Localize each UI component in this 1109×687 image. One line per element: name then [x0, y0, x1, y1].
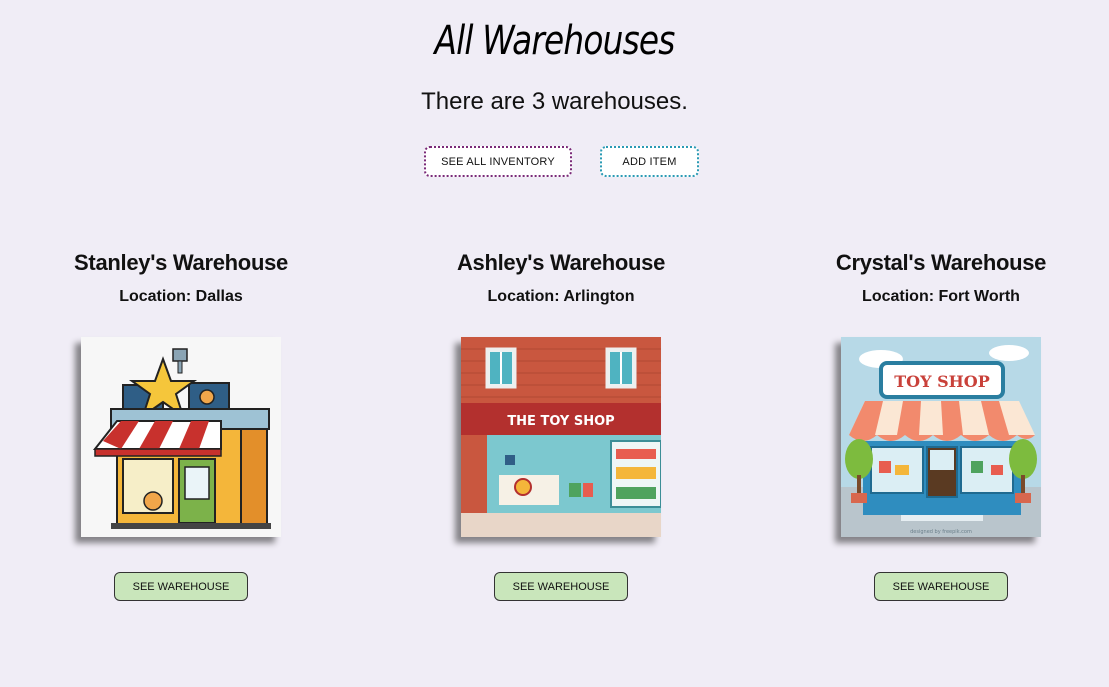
warehouse-image: TOY SHOP designed by freepik.com	[841, 337, 1041, 537]
warehouse-image	[81, 337, 281, 537]
see-warehouse-button[interactable]: SEE WAREHOUSE	[874, 572, 1008, 601]
warehouse-location: Location: Arlington	[487, 288, 635, 305]
see-warehouse-button[interactable]: SEE WAREHOUSE	[114, 572, 248, 601]
add-item-button[interactable]: ADD ITEM	[600, 146, 699, 177]
warehouse-location: Location: Dallas	[119, 288, 243, 305]
shop-sign-text: THE TOY SHOP	[507, 414, 614, 429]
warehouse-name: Ashley's Warehouse	[456, 250, 666, 275]
image-credit: designed by freepik.com	[910, 529, 972, 535]
warehouse-count-text: There are 3 warehouses.	[421, 88, 688, 115]
warehouse-location: Location: Fort Worth	[862, 288, 1020, 305]
page-title: All Warehouses	[434, 18, 675, 64]
see-warehouse-button[interactable]: SEE WAREHOUSE	[494, 572, 628, 601]
warehouse-name: Stanley's Warehouse	[74, 250, 288, 275]
shop-sign-text: TOY SHOP	[894, 372, 989, 391]
warehouse-name: Crystal's Warehouse	[835, 250, 1047, 275]
see-all-inventory-button[interactable]: SEE ALL INVENTORY	[424, 146, 572, 177]
warehouse-card-crystal: Crystal's Warehouse Location: Fort Worth…	[791, 250, 1091, 601]
warehouse-image: THE TOY SHOP	[461, 337, 661, 537]
warehouse-card-ashley: Ashley's Warehouse Location: Arlington T…	[411, 250, 711, 601]
warehouse-card-stanley: Stanley's Warehouse Location: Dallas SEE…	[31, 250, 331, 601]
